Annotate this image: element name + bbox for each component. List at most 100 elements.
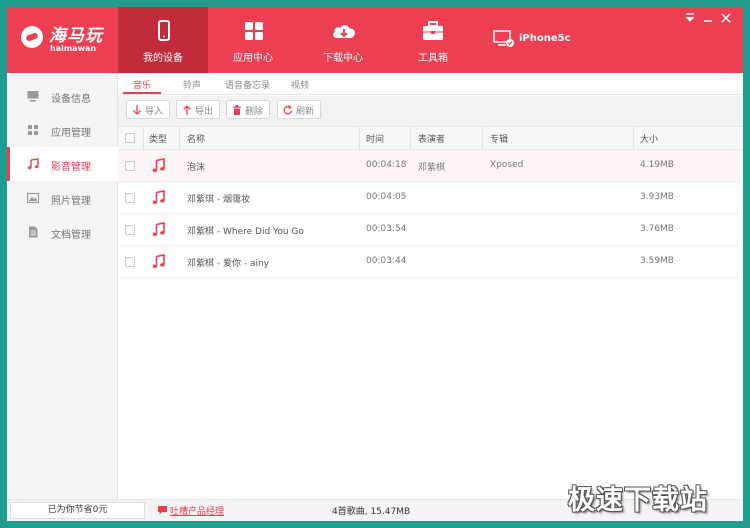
- song-duration: 00:04:18: [366, 160, 407, 170]
- tab-voice-memos[interactable]: 语音备忘录: [225, 78, 270, 91]
- table-header: 类型 名称 时间 表演者 专辑 大小: [118, 126, 743, 150]
- speech-bubble-icon: [158, 506, 167, 515]
- tab-ringtones[interactable]: 铃声: [183, 78, 201, 91]
- cloud-download-icon: [333, 25, 355, 38]
- nav-tab-label: 我的设备: [143, 53, 183, 64]
- toolbox-icon: [423, 21, 443, 40]
- column-divider: [143, 127, 144, 149]
- refresh-label: 刷新: [296, 107, 315, 117]
- close-icon[interactable]: [719, 11, 733, 25]
- row-checkbox[interactable]: [125, 257, 135, 267]
- song-size: 4.19MB: [640, 160, 674, 170]
- nav-tab-label: 应用中心: [233, 53, 273, 64]
- main-content: 音乐 铃声 语音备忘录 视频 导入 导出 删除 刷新 类型 名称 时间 表演者 …: [118, 73, 743, 499]
- refresh-icon: [283, 105, 293, 115]
- column-divider: [633, 127, 634, 149]
- song-name: 邓紫棋 - Where Did You Go: [187, 227, 304, 237]
- song-album: Xposed: [490, 160, 524, 170]
- nav-tab-label: 下载中心: [323, 53, 363, 64]
- logo-subtext: haimawan: [50, 44, 97, 53]
- toolbar: 导入 导出 删除 刷新: [118, 96, 743, 126]
- music-icon: [27, 158, 39, 170]
- song-name: 邓紫琪 - 烟霭妆: [187, 195, 250, 205]
- app-window: 海马玩 haimawan 我的设备 应用中心 下载中心 工具箱 iPhone5c…: [7, 7, 743, 521]
- nav-tab-app-center[interactable]: 应用中心: [208, 7, 298, 73]
- sidebar-item-media-management[interactable]: 影音管理: [7, 147, 118, 181]
- column-divider: [482, 127, 483, 149]
- music-note-icon: [152, 190, 165, 204]
- song-size: 3.76MB: [640, 224, 674, 234]
- document-icon: [29, 226, 38, 238]
- nav-tab-download-center[interactable]: 下载中心: [298, 7, 388, 73]
- import-label: 导入: [145, 107, 164, 117]
- logo-mark-icon: [21, 26, 43, 48]
- select-all-checkbox[interactable]: [125, 133, 135, 143]
- savings-text: 已为你节省0元: [10, 502, 145, 519]
- monitor-icon: [27, 91, 39, 102]
- table-row[interactable]: 邓紫琪 - 烟霭妆 00:04:05 3.93MB: [118, 182, 743, 214]
- nav-tab-toolbox[interactable]: 工具箱: [388, 7, 478, 73]
- minimize-icon[interactable]: [701, 11, 715, 25]
- column-header-size[interactable]: 大小: [640, 132, 658, 145]
- delete-button[interactable]: 删除: [226, 100, 270, 119]
- column-header-type[interactable]: 类型: [149, 132, 167, 145]
- song-name: 泡沫: [187, 163, 206, 173]
- sidebar-item-label: 应用管理: [51, 128, 91, 139]
- column-divider: [179, 127, 180, 149]
- table-row[interactable]: 泡沫 00:04:18 邓紫棋 Xposed 4.19MB: [118, 150, 743, 182]
- active-tab-indicator: [123, 92, 161, 94]
- feedback-label: 吐槽产品经理: [170, 507, 225, 517]
- song-duration: 00:03:54: [366, 224, 407, 234]
- sidebar-item-label: 设备信息: [51, 94, 91, 105]
- song-name: 邓紫棋 - 爱你 - ainy: [187, 259, 269, 269]
- song-size: 3.93MB: [640, 192, 674, 202]
- sidebar-item-device-info[interactable]: 设备信息: [7, 79, 118, 113]
- export-button[interactable]: 导出: [176, 100, 220, 119]
- trash-icon: [233, 105, 241, 115]
- tab-videos[interactable]: 视频: [291, 78, 309, 91]
- column-header-album[interactable]: 专辑: [490, 132, 508, 145]
- delete-label: 删除: [245, 107, 264, 117]
- device-name: iPhone5c: [519, 33, 571, 44]
- tab-music[interactable]: 音乐: [133, 78, 151, 91]
- music-note-icon: [152, 222, 165, 236]
- row-checkbox[interactable]: [125, 193, 135, 203]
- computer-phone-icon: [493, 30, 514, 47]
- apps-icon: [28, 125, 38, 135]
- nav-tab-label: 工具箱: [418, 53, 448, 64]
- row-checkbox[interactable]: [125, 225, 135, 235]
- sidebar-item-app-management[interactable]: 应用管理: [7, 113, 118, 147]
- site-watermark: 极速下载站: [568, 485, 708, 516]
- song-artist: 邓紫棋: [418, 163, 446, 173]
- sidebar-item-photo-management[interactable]: 照片管理: [7, 181, 118, 215]
- music-note-icon: [152, 158, 165, 172]
- column-divider: [410, 127, 411, 149]
- header: 海马玩 haimawan 我的设备 应用中心 下载中心 工具箱 iPhone5c: [7, 7, 743, 73]
- app-logo: 海马玩 haimawan: [21, 21, 117, 61]
- song-duration: 00:04:05: [366, 192, 407, 202]
- arrow-up-icon: [183, 105, 191, 115]
- sidebar: 设备信息 应用管理 影音管理 照片管理 文档管理: [7, 73, 118, 499]
- sidebar-item-label: 照片管理: [51, 196, 91, 207]
- music-note-icon: [152, 254, 165, 268]
- table-row[interactable]: 邓紫棋 - Where Did You Go 00:03:54 3.76MB: [118, 214, 743, 246]
- export-label: 导出: [195, 107, 214, 117]
- song-duration: 00:03:44: [366, 256, 407, 266]
- nav-tab-my-device[interactable]: 我的设备: [118, 7, 208, 73]
- arrow-down-icon: [133, 105, 141, 115]
- sidebar-item-document-management[interactable]: 文档管理: [7, 215, 118, 249]
- refresh-button[interactable]: 刷新: [277, 100, 321, 119]
- menu-icon[interactable]: [683, 11, 697, 25]
- sidebar-item-label: 影音管理: [51, 162, 91, 173]
- table-row[interactable]: 邓紫棋 - 爱你 - ainy 00:03:44 3.59MB: [118, 246, 743, 278]
- column-header-time[interactable]: 时间: [366, 132, 384, 145]
- import-button[interactable]: 导入: [126, 100, 170, 119]
- grid-icon: [245, 22, 263, 40]
- photo-icon: [27, 192, 39, 204]
- phone-icon: [158, 20, 170, 41]
- library-summary: 4首歌曲, 15.47MB: [332, 507, 411, 517]
- row-checkbox[interactable]: [125, 161, 135, 171]
- song-size: 3.59MB: [640, 256, 674, 266]
- column-header-artist[interactable]: 表演者: [418, 132, 445, 145]
- column-header-name[interactable]: 名称: [187, 132, 205, 145]
